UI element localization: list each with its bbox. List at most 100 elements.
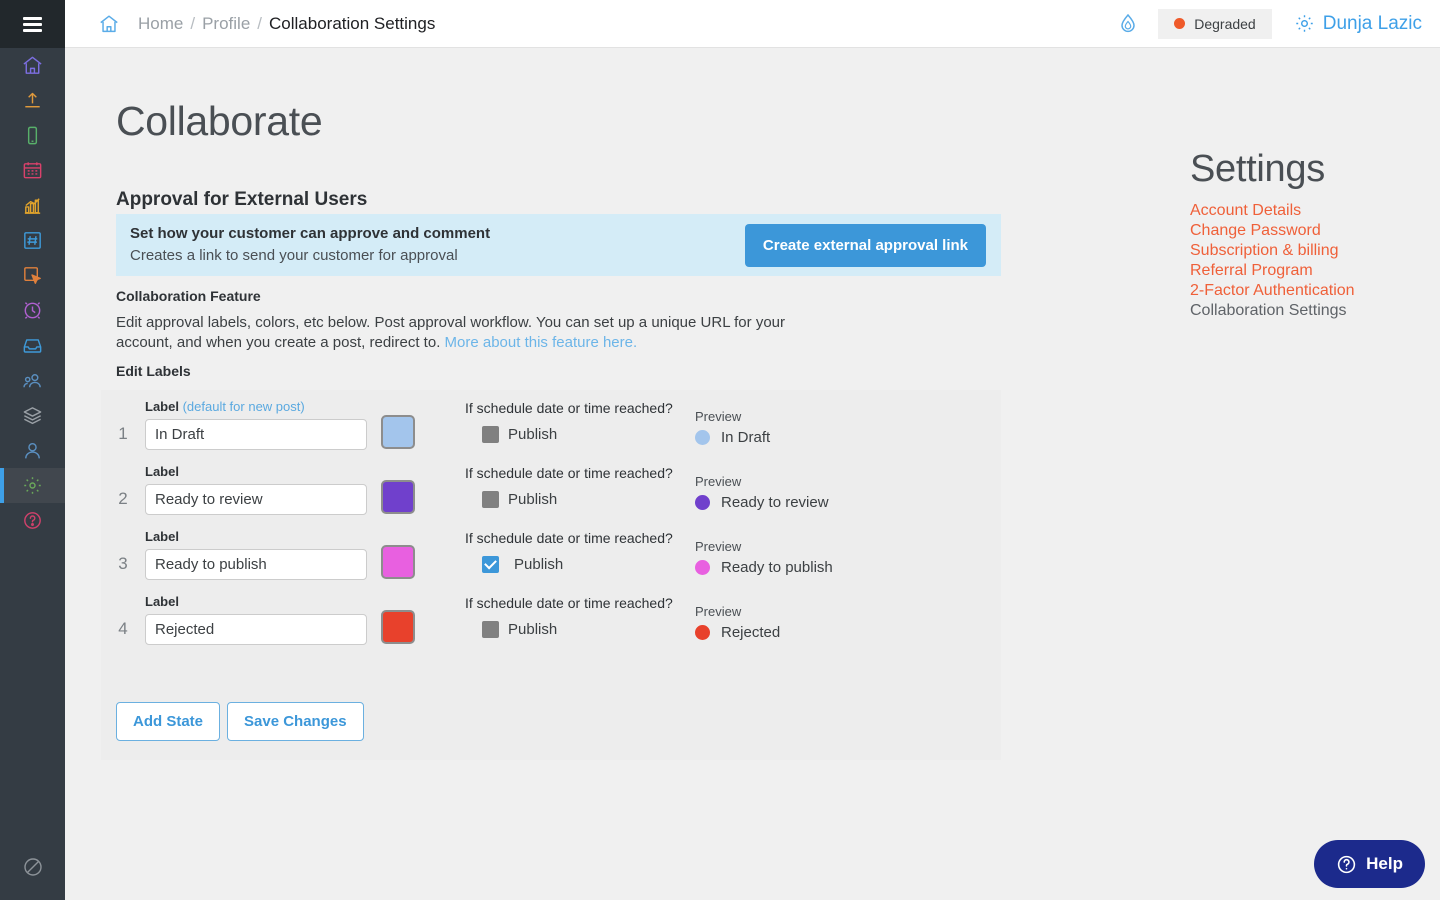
breadcrumb-item-profile[interactable]: Profile [202, 14, 250, 34]
color-swatch-button[interactable] [381, 545, 415, 579]
sidebar-item-team[interactable] [0, 363, 65, 398]
publish-label: Publish [508, 491, 558, 508]
label-row: 3 Label If schedule date or time reached? P… [101, 520, 1001, 585]
settings-link-subscription-billing[interactable]: Subscription & billing [1190, 241, 1405, 261]
publish-label: Publish [508, 426, 558, 443]
sidebar-item-hashtag[interactable] [0, 223, 65, 258]
sidebar-item-schedule[interactable] [0, 293, 65, 328]
breadcrumb-item-home[interactable]: Home [138, 14, 183, 34]
collaboration-feature-title: Collaboration Feature [116, 288, 261, 304]
sidebar-item-upload[interactable] [0, 83, 65, 118]
publish-checkbox[interactable] [482, 621, 499, 638]
schedule-column: If schedule date or time reached? Publish [465, 594, 695, 638]
publish-checkbox[interactable] [482, 426, 499, 443]
add-state-button[interactable]: Add State [116, 702, 221, 741]
publish-label: Publish [514, 556, 564, 573]
color-swatch-button[interactable] [381, 610, 415, 644]
publish-checkbox-group[interactable]: Publish [465, 426, 695, 443]
home-icon[interactable] [98, 13, 120, 35]
label-row: 1 Label (default for new post) If schedule… [101, 390, 1001, 455]
row-number: 3 [118, 554, 128, 573]
sidebar-item-inbox[interactable] [0, 328, 65, 363]
sidebar-item-click[interactable] [0, 258, 65, 293]
label-input[interactable] [145, 484, 367, 515]
settings-link-change-password[interactable]: Change Password [1190, 221, 1405, 241]
settings-side-nav: Settings Account Details Change Password S… [1190, 148, 1405, 321]
sidebar-item-home[interactable] [0, 48, 65, 83]
preview-dot-icon [695, 430, 710, 445]
label-input[interactable] [145, 549, 367, 580]
edit-labels-title: Edit Labels [116, 363, 191, 379]
help-button[interactable]: Help [1314, 840, 1425, 888]
flame-icon[interactable] [1116, 12, 1140, 36]
calendar-icon [23, 162, 42, 179]
sidebar-item-layers[interactable] [0, 398, 65, 433]
preview-column: Preview Ready to publish [695, 529, 833, 576]
publish-checkbox[interactable] [482, 556, 499, 573]
publish-checkbox-group[interactable]: Publish [465, 491, 695, 508]
help-label: Help [1366, 854, 1403, 873]
more-about-feature-link[interactable]: More about this feature here. [445, 334, 638, 351]
preview-dot-icon [695, 560, 710, 575]
banner-headline: Set how your customer can approve and co… [130, 225, 491, 243]
schedule-column: If schedule date or time reached? Publish [465, 399, 695, 443]
sidebar-item-analytics[interactable] [0, 188, 65, 223]
publish-checkbox-group[interactable]: Publish [465, 556, 695, 573]
preview-dot-icon [695, 495, 710, 510]
user-account-menu[interactable]: Dunja Lazic [1294, 13, 1422, 35]
users-icon [23, 374, 41, 388]
label-input[interactable] [145, 419, 367, 450]
save-changes-button[interactable]: Save Changes [227, 702, 364, 741]
default-note: (default for new post) [182, 399, 305, 414]
left-nav-rail [0, 0, 65, 900]
status-dot-icon [1174, 18, 1186, 29]
sidebar-item-profile[interactable] [0, 433, 65, 468]
gear-icon [1294, 13, 1315, 34]
settings-link-referral-program[interactable]: Referral Program [1190, 261, 1405, 281]
preview-pill: In Draft [695, 429, 770, 446]
publish-label: Publish [508, 621, 558, 638]
status-badge[interactable]: Degraded [1158, 8, 1272, 39]
color-swatch-button[interactable] [381, 415, 415, 449]
row-number: 1 [118, 424, 128, 443]
row-number: 2 [118, 489, 128, 508]
settings-link-2-factor-authentication[interactable]: 2-Factor Authentication [1190, 281, 1405, 301]
label-caption: Label [145, 464, 179, 479]
sidebar-item-calendar[interactable] [0, 153, 65, 188]
publish-checkbox-group[interactable]: Publish [465, 621, 695, 638]
inbox-icon [23, 339, 42, 353]
hamburger-menu-button[interactable] [0, 0, 65, 48]
schedule-column: If schedule date or time reached? Publish [465, 529, 695, 573]
preview-column: Preview In Draft [695, 399, 770, 446]
cursor-click-icon [24, 267, 41, 284]
breadcrumb: Home / Profile / Collaboration Settings [98, 13, 435, 35]
schedule-question: If schedule date or time reached? [465, 530, 673, 546]
preview-label: In Draft [721, 429, 771, 446]
no-entry-icon [23, 858, 42, 876]
schedule-question: If schedule date or time reached? [465, 465, 673, 481]
banner-subline: Creates a link to send your customer for… [130, 247, 458, 264]
sidebar-item-settings[interactable] [0, 468, 65, 503]
label-input[interactable] [145, 614, 367, 645]
layers-icon [23, 407, 42, 425]
sidebar-item-help[interactable] [0, 503, 65, 538]
collaboration-feature-description: Edit approval labels, colors, etc below.… [116, 313, 806, 354]
upload-icon [25, 92, 40, 108]
publish-checkbox[interactable] [482, 491, 499, 508]
color-swatch-button[interactable] [381, 480, 415, 514]
settings-link-account-details[interactable]: Account Details [1190, 201, 1405, 221]
banner-text-group: Set how your customer can approve and co… [130, 223, 490, 267]
breadcrumb-separator: / [257, 13, 263, 33]
preview-label: Ready to review [721, 494, 829, 511]
create-external-approval-link-button[interactable]: Create external approval link [744, 223, 986, 267]
sidebar-item-mobile[interactable] [0, 118, 65, 153]
rail-bottom-item[interactable] [0, 856, 65, 878]
label-row: 2 Label If schedule date or time reached? P… [101, 455, 1001, 520]
preview-caption: Preview [695, 539, 742, 554]
top-header-bar: Home / Profile / Collaboration Settings … [65, 0, 1440, 48]
label-row: 4 Label If schedule date or time reached? P… [101, 585, 1001, 650]
breadcrumb-current-page: Collaboration Settings [269, 13, 436, 33]
preview-caption: Preview [695, 474, 742, 489]
bar-chart-icon [24, 198, 41, 214]
edit-labels-panel: 1 Label (default for new post) If schedule… [101, 390, 1001, 760]
